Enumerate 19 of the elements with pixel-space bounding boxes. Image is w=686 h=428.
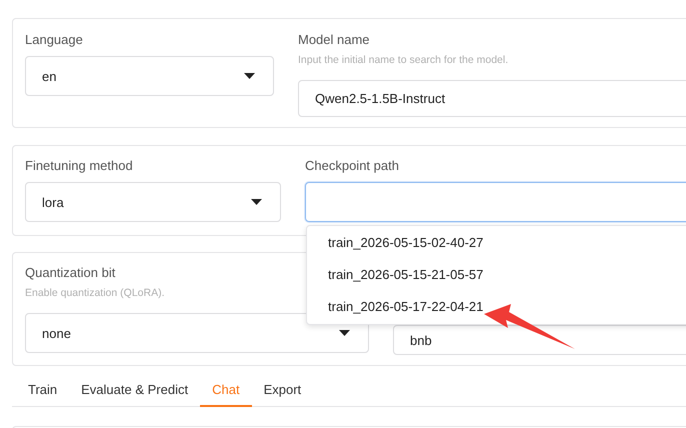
field-label: Model name (298, 32, 371, 47)
model-name-field[interactable]: Qwen2.5-1.5B-Instruct (298, 80, 686, 117)
caret-icon (339, 330, 350, 336)
field-label: Language (25, 32, 84, 47)
field-hint: Input the initial name to search for the model. (298, 54, 510, 66)
checkpoint-field[interactable] (305, 182, 686, 222)
field-label: Finetuning method (25, 158, 134, 173)
field-hint: Enable quantization (QLoRA). (25, 287, 166, 299)
language-dropdown[interactable]: en (25, 56, 274, 96)
caret-icon (251, 199, 262, 205)
tab[interactable]: Evaluate & Predict (69, 373, 200, 407)
caret-icon (244, 73, 255, 79)
field-label: Checkpoint path (305, 158, 400, 173)
tab[interactable]: Export (252, 373, 314, 407)
dropdown-option[interactable]: train_2026-05-15-02-40-27 (307, 227, 686, 259)
dropdown-field[interactable]: bnb (393, 325, 686, 355)
tab[interactable]: Train (16, 373, 70, 407)
method-dropdown[interactable]: lora (25, 182, 281, 222)
dropdown-option[interactable]: train_2026-05-15-21-05-57 (307, 259, 686, 291)
